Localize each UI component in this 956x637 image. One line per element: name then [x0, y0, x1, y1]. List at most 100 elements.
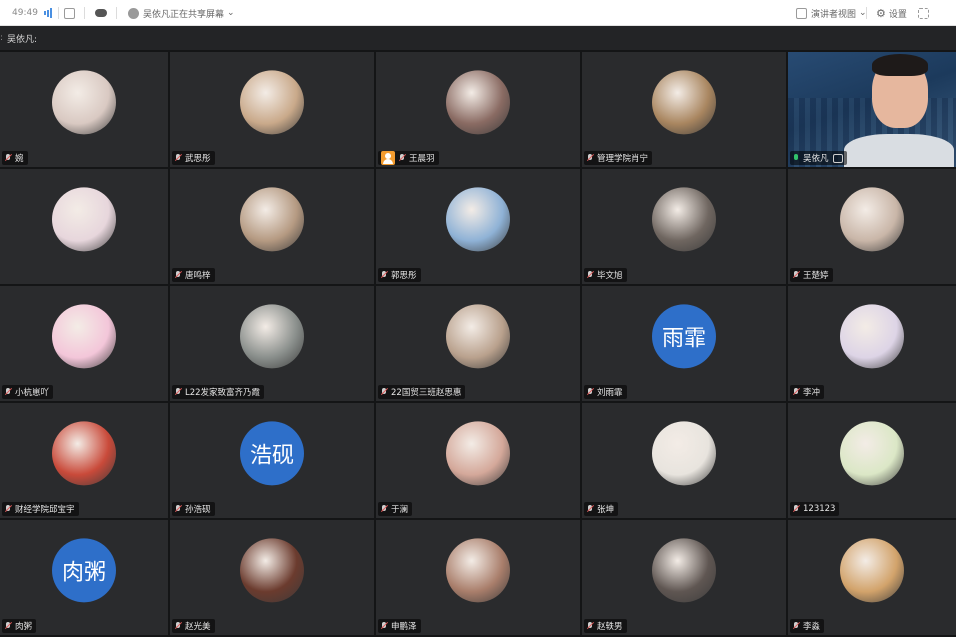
mic-muted-icon [381, 505, 387, 513]
participant-nameplate: 王楚婷 [790, 268, 833, 282]
participant-avatar: 浩砚 [240, 420, 304, 485]
participant-avatar [652, 186, 716, 251]
participant-nameplate: 22国贸三班赵思惠 [378, 385, 466, 399]
fullscreen-icon [918, 7, 929, 19]
participant-tile[interactable]: 22国贸三班赵思惠 [376, 286, 580, 401]
participant-nameplate: L22发家致富齐乃霞 [172, 385, 265, 399]
user-icon [381, 151, 395, 165]
participant-tile[interactable]: 张坤 [582, 403, 786, 518]
participant-tile[interactable]: 于澜 [376, 403, 580, 518]
participant-avatar [240, 186, 304, 251]
meeting-toolbar: 49:49 吴依凡正在共享屏幕 ⌄ 演讲者视图 ⌄ ⚙ 设置 [0, 0, 956, 26]
participant-nameplate: 李冲 [790, 385, 825, 399]
participant-name: 22国贸三班赵思惠 [391, 388, 462, 398]
participant-tile[interactable]: 123123 [788, 403, 956, 518]
participant-name: 婉 [15, 154, 24, 164]
participant-tile[interactable]: 王晨羽 [376, 52, 580, 167]
mic-muted-icon [5, 505, 11, 513]
participant-avatar [446, 186, 510, 251]
speaker-label: 吴依凡: [7, 34, 38, 45]
signal-strength-icon[interactable] [44, 0, 53, 26]
participant-avatar [240, 69, 304, 134]
participant-name: L22发家致富齐乃霞 [185, 388, 261, 398]
mic-muted-icon [5, 622, 11, 630]
settings-label: 设置 [888, 9, 907, 20]
mic-muted-icon [175, 154, 181, 162]
settings-button[interactable]: ⚙ 设置 [876, 0, 907, 26]
mic-muted-icon [175, 388, 181, 396]
view-mode-button[interactable]: 演讲者视图 ⌄ [796, 0, 867, 26]
participant-name: 张坤 [597, 505, 615, 515]
mic-muted-icon [587, 271, 593, 279]
participant-avatar: 雨霏 [652, 303, 716, 368]
participant-nameplate: 武思彤 [172, 151, 215, 165]
participant-tile[interactable]: 雨霏 刘雨霏 [582, 286, 786, 401]
participant-tile[interactable]: 肉粥 肉粥 [0, 520, 168, 635]
host-icon [832, 153, 843, 163]
participant-nameplate: 管理学院肖宁 [584, 151, 653, 165]
participant-tile[interactable]: 申鹏泽 [376, 520, 580, 635]
participant-tile[interactable]: 赵光美 [170, 520, 374, 635]
participant-avatar [52, 69, 116, 134]
participant-tile[interactable]: 小杭崽吖 [0, 286, 168, 401]
mic-muted-icon [5, 388, 11, 396]
participant-grid: 婉 武思彤 王晨羽 管理学院肖宁 吴依凡唐鸣梓 郭思彤 毕文旭 王楚婷小杭崽吖 L22发家致富齐… [0, 50, 956, 637]
cloud-icon[interactable] [95, 0, 107, 26]
sharer-avatar-icon [128, 7, 139, 19]
mic-muted-icon [793, 271, 799, 279]
participant-nameplate: 张坤 [584, 502, 619, 516]
participant-nameplate: 孙浩砚 [172, 502, 215, 516]
fullscreen-button[interactable] [918, 0, 933, 26]
screen-share-text: 吴依凡正在共享屏幕 [143, 9, 225, 20]
participant-tile[interactable]: 毕文旭 [582, 169, 786, 284]
participant-nameplate: 于澜 [378, 502, 413, 516]
participant-tile[interactable]: 李淼 [788, 520, 956, 635]
participant-tile[interactable]: 李冲 [788, 286, 956, 401]
share-icon[interactable] [64, 0, 79, 26]
participant-name: 李淼 [803, 622, 821, 632]
participant-tile[interactable]: 婉 [0, 52, 168, 167]
participant-nameplate: 财经学院邱宝宇 [2, 502, 79, 516]
participant-tile[interactable]: 王楚婷 [788, 169, 956, 284]
participant-name: 吴依凡 [803, 154, 829, 164]
mic-muted-icon [587, 622, 593, 630]
participant-tile[interactable]: 唐鸣梓 [170, 169, 374, 284]
mic-on-icon [793, 154, 799, 162]
participant-tile[interactable]: 财经学院邱宝宇 [0, 403, 168, 518]
participant-tile[interactable]: 管理学院肖宁 [582, 52, 786, 167]
participant-nameplate: 王晨羽 [378, 151, 439, 165]
screen-share-indicator[interactable]: 吴依凡正在共享屏幕 ⌄ [128, 0, 235, 26]
participant-tile[interactable]: 浩砚孙浩砚 [170, 403, 374, 518]
mic-muted-icon [587, 388, 593, 396]
participant-avatar [652, 420, 716, 485]
participant-avatar [652, 69, 716, 134]
participant-tile[interactable]: L22发家致富齐乃霞 [170, 286, 374, 401]
participant-name: 小杭崽吖 [15, 388, 50, 398]
participant-tile[interactable]: 吴依凡 [788, 52, 956, 167]
mic-muted-icon [587, 505, 593, 513]
participant-name: 于澜 [391, 505, 409, 515]
speaker-indicator-icon: : [0, 33, 4, 43]
participant-avatar [52, 186, 116, 251]
participant-tile[interactable]: 武思彤 [170, 52, 374, 167]
participant-tile[interactable]: 郭思彤 [376, 169, 580, 284]
speaker-bar: : 吴依凡: [0, 26, 956, 50]
participant-name: 武思彤 [185, 154, 211, 164]
participant-name: 唐鸣梓 [185, 271, 211, 281]
participant-name: 申鹏泽 [391, 622, 417, 632]
mic-muted-icon [175, 271, 181, 279]
participant-name: 毕文旭 [597, 271, 623, 281]
participant-name: 赵轶男 [597, 622, 623, 632]
participant-tile[interactable] [0, 169, 168, 284]
participant-avatar [446, 69, 510, 134]
participant-avatar [652, 537, 716, 602]
participant-video [788, 52, 956, 167]
participant-tile[interactable]: 赵轶男 [582, 520, 786, 635]
participant-nameplate: 毕文旭 [584, 268, 627, 282]
participant-avatar [52, 303, 116, 368]
participant-nameplate: 赵轶男 [584, 619, 627, 633]
mic-muted-icon [399, 154, 405, 162]
participant-nameplate: 123123 [790, 502, 840, 516]
participant-avatar [446, 420, 510, 485]
participant-avatar [240, 537, 304, 602]
